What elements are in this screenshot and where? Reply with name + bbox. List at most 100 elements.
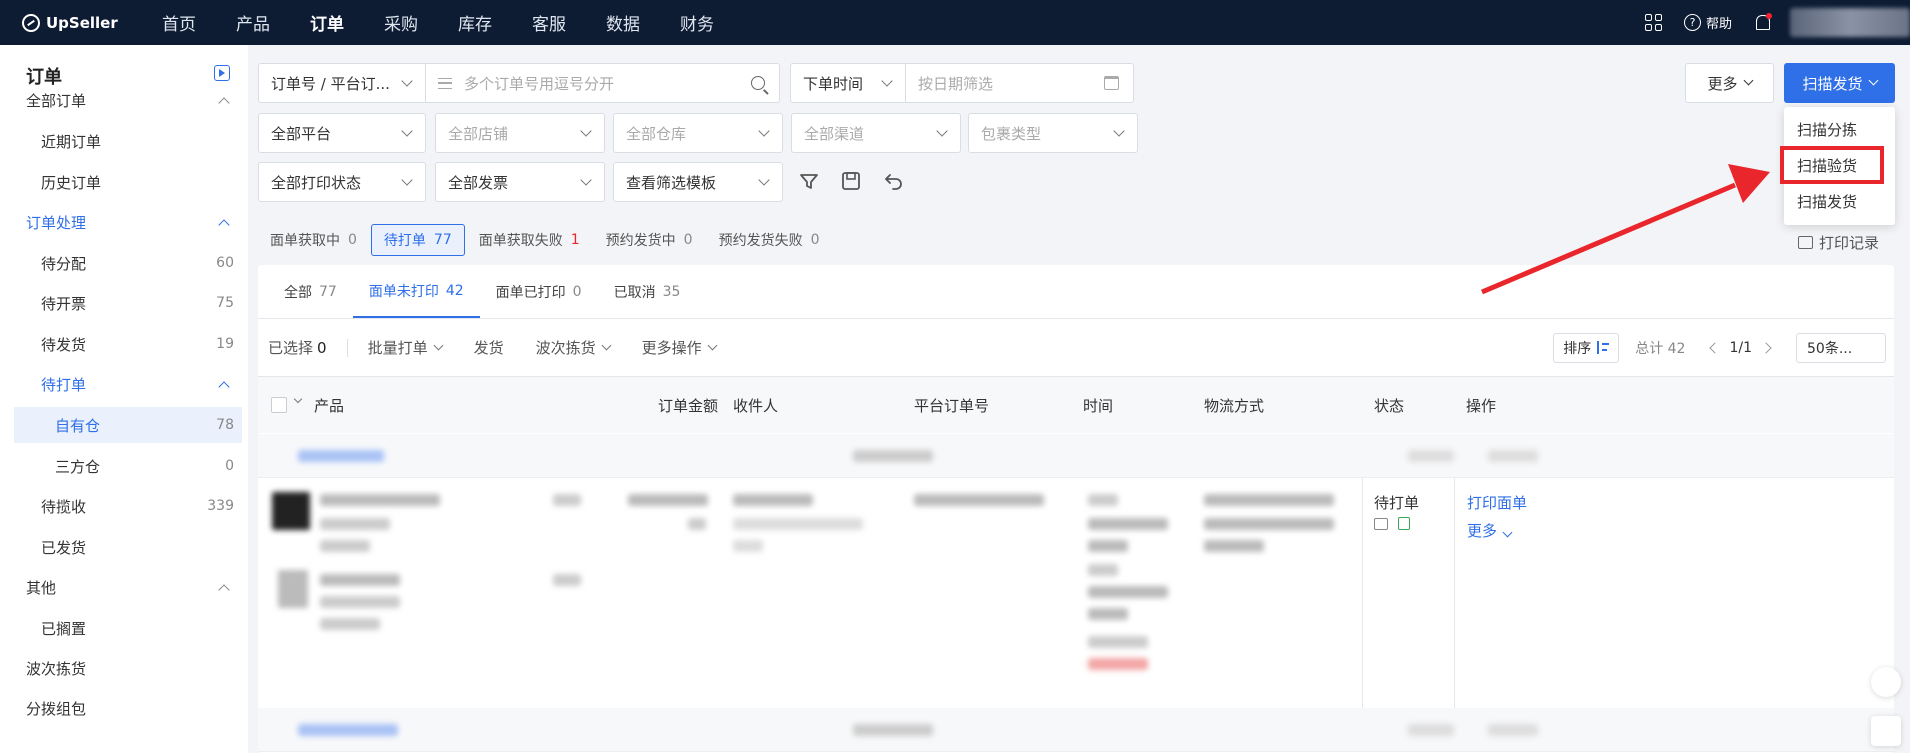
reset-icon[interactable]: [882, 169, 906, 193]
nav-item-2[interactable]: 订单: [310, 10, 344, 35]
meta-blurred: [1408, 450, 1454, 462]
sidebar-item-0[interactable]: 全部订单: [14, 82, 242, 118]
search-icon[interactable]: [751, 76, 765, 90]
selected-count: 已选择 0: [268, 337, 327, 358]
print-tab-1[interactable]: 面单未打印 42: [352, 265, 480, 318]
help-button[interactable]: ? 帮助: [1683, 13, 1732, 32]
filter-icon[interactable]: [797, 170, 821, 194]
chevron-up-icon[interactable]: [218, 583, 230, 596]
prev-page-icon[interactable]: [1709, 341, 1722, 354]
print-tab-count: 42: [445, 282, 464, 299]
status-tab-2[interactable]: 面单获取失败 1: [467, 224, 592, 256]
order-id-blurred[interactable]: [298, 724, 398, 736]
sidebar-item-15[interactable]: 分拨组包: [14, 690, 242, 726]
collapse-sidebar-icon[interactable]: [214, 65, 230, 81]
bell-icon[interactable]: [1754, 13, 1772, 31]
nav-item-4[interactable]: 库存: [458, 10, 492, 35]
more-ops-button[interactable]: 更多操作: [642, 337, 718, 358]
platform-select[interactable]: 全部平台: [258, 113, 426, 153]
nav-item-5[interactable]: 客服: [532, 10, 566, 35]
chevron-up-icon[interactable]: [218, 218, 230, 231]
scan-ship-button[interactable]: 扫描发货: [1784, 63, 1895, 103]
status-tab-label: 面单获取中: [270, 233, 340, 249]
sku-blurred: [320, 518, 390, 530]
nav-item-3[interactable]: 采购: [384, 10, 418, 35]
nav-item-7[interactable]: 财务: [680, 10, 714, 35]
sidebar-item-5[interactable]: 待开票 75: [14, 285, 242, 321]
sidebar-item-count: 0: [225, 458, 234, 474]
chevron-down-icon[interactable]: [293, 394, 303, 404]
apps-grid-icon[interactable]: [1644, 14, 1662, 31]
package-type-select[interactable]: 包裹类型: [968, 113, 1138, 153]
print-status-value: 全部打印状态: [271, 173, 362, 192]
time-type-select[interactable]: 下单时间: [790, 63, 906, 103]
sidebar-item-6[interactable]: 待发货 19: [14, 326, 242, 362]
chevron-down-icon: [433, 340, 444, 350]
chevron-up-icon[interactable]: [218, 96, 230, 109]
chevron-down-icon: [1743, 75, 1753, 86]
chevron-up-icon[interactable]: [218, 380, 230, 393]
sidebar-item-label: 三方仓: [55, 457, 101, 476]
print-tab-0[interactable]: 全部 77: [268, 265, 353, 318]
customer-service-icon[interactable]: [1871, 667, 1901, 697]
menu-item-scan-sort[interactable]: 扫描分拣: [1784, 111, 1895, 147]
status-tab-label: 预约发货中: [605, 233, 676, 249]
batch-print-button[interactable]: 批量打单: [368, 337, 444, 358]
sidebar-item-11[interactable]: 已发货: [14, 529, 242, 565]
order-id-blurred[interactable]: [298, 450, 384, 462]
nav-item-0[interactable]: 首页: [162, 10, 196, 35]
divider: [1362, 478, 1363, 708]
nav-item-6[interactable]: 数据: [606, 10, 640, 35]
sidebar-item-8[interactable]: 自有仓 78: [14, 407, 242, 443]
sidebar-item-2[interactable]: 历史订单: [14, 164, 242, 200]
ship-button[interactable]: 发货: [474, 337, 504, 358]
wave-pick-button[interactable]: 波次拣货: [536, 337, 612, 358]
sidebar-item-3[interactable]: 订单处理: [14, 204, 242, 240]
invoice-icon: [1398, 517, 1410, 530]
status-tab-count: 77: [433, 232, 452, 248]
address-blurred: [733, 518, 863, 530]
order-search-input[interactable]: 多个订单号用逗号分开: [425, 63, 780, 103]
sidebar-item-4[interactable]: 待分配 60: [14, 245, 242, 281]
store-select[interactable]: 全部店铺: [435, 113, 605, 153]
menu-item-scan-ship[interactable]: 扫描发货: [1784, 183, 1895, 219]
print-label-link[interactable]: 打印面单: [1467, 492, 1527, 513]
print-log-link[interactable]: 打印记录: [1798, 232, 1879, 253]
next-page-icon[interactable]: [1760, 341, 1772, 354]
invoice-select[interactable]: 全部发票: [435, 162, 605, 202]
user-avatar[interactable]: [1790, 8, 1910, 37]
status-tab-4[interactable]: 预约发货失败 0: [707, 224, 832, 256]
status-tab-0[interactable]: 面单获取中 0: [258, 224, 369, 256]
status-tab-3[interactable]: 预约发货中 0: [594, 224, 705, 256]
status-tab-1[interactable]: 待打单 77: [370, 224, 465, 256]
order-type-select[interactable]: 订单号 / 平台订...: [258, 63, 426, 103]
print-tab-2[interactable]: 面单已打印 0: [480, 265, 598, 318]
sidebar-item-9[interactable]: 三方仓 0: [14, 448, 242, 484]
print-tab-3[interactable]: 已取消 35: [598, 265, 697, 318]
sidebar-item-13[interactable]: 已搁置: [14, 610, 242, 646]
amount-blurred: [688, 518, 706, 530]
more-button[interactable]: 更多: [1685, 63, 1774, 103]
mobile-icon[interactable]: [1871, 716, 1901, 746]
sidebar-item-12[interactable]: 其他: [14, 569, 242, 605]
date-filter-input[interactable]: 按日期筛选: [905, 63, 1134, 103]
sidebar-item-14[interactable]: 波次拣货: [14, 650, 242, 686]
print-status-select[interactable]: 全部打印状态: [258, 162, 426, 202]
sort-button[interactable]: 排序: [1553, 332, 1620, 363]
select-all-checkbox[interactable]: [271, 397, 287, 413]
status-tab-label: 预约发货失败: [718, 233, 803, 249]
table-header: 产品 订单金额 收件人 平台订单号 时间 物流方式 状态 操作: [258, 377, 1894, 433]
order-more-link[interactable]: 更多: [1467, 520, 1513, 541]
nav-item-1[interactable]: 产品: [236, 10, 270, 35]
filter-template-select[interactable]: 查看筛选模板: [613, 162, 783, 202]
sidebar-item-label: 已发货: [41, 538, 87, 557]
warehouse-select[interactable]: 全部仓库: [613, 113, 783, 153]
per-page-select[interactable]: 50条...: [1796, 332, 1886, 363]
sidebar-item-7[interactable]: 待打单: [14, 366, 242, 402]
save-icon[interactable]: [839, 169, 863, 193]
sidebar-item-1[interactable]: 近期订单: [14, 123, 242, 159]
order-row[interactable]: 待打单 打印面单 更多: [258, 478, 1894, 708]
sidebar-item-10[interactable]: 待揽收 339: [14, 488, 242, 524]
channel-select[interactable]: 全部渠道: [791, 113, 961, 153]
brand-logo[interactable]: UpSeller: [22, 13, 140, 32]
